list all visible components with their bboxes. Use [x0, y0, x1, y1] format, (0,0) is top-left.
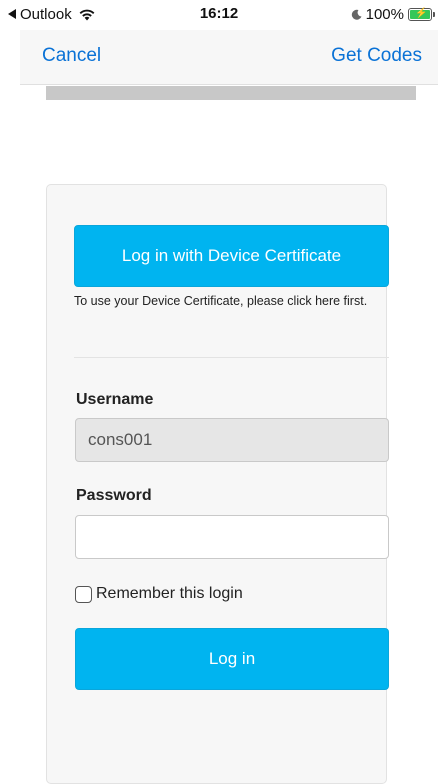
username-label: Username: [76, 391, 154, 408]
login-button[interactable]: Log in: [75, 628, 389, 690]
password-label: Password: [76, 487, 152, 504]
status-bar: Outlook 16:12 100% ⚡: [0, 0, 438, 30]
divider: [74, 357, 389, 358]
moon-icon: [351, 9, 362, 20]
remember-checkbox[interactable]: [75, 585, 92, 603]
username-field[interactable]: [75, 418, 389, 462]
battery-charging-icon: ⚡: [408, 7, 435, 21]
password-field[interactable]: [75, 515, 389, 559]
battery-percent: 100%: [365, 5, 404, 23]
header-banner-placeholder: [46, 86, 416, 100]
cancel-button[interactable]: Cancel: [42, 45, 101, 67]
get-codes-button[interactable]: Get Codes: [331, 45, 422, 67]
status-right: 100% ⚡: [351, 4, 435, 24]
remember-label: Remember this login: [96, 585, 243, 602]
device-certificate-login-button[interactable]: Log in with Device Certificate: [74, 225, 389, 287]
device-certificate-help-text: To use your Device Certificate, please c…: [74, 294, 368, 308]
remember-login-toggle[interactable]: Remember this login: [75, 585, 243, 603]
login-card: Log in with Device Certificate To use yo…: [46, 184, 389, 784]
nav-bar: Cancel Get Codes: [20, 30, 438, 85]
